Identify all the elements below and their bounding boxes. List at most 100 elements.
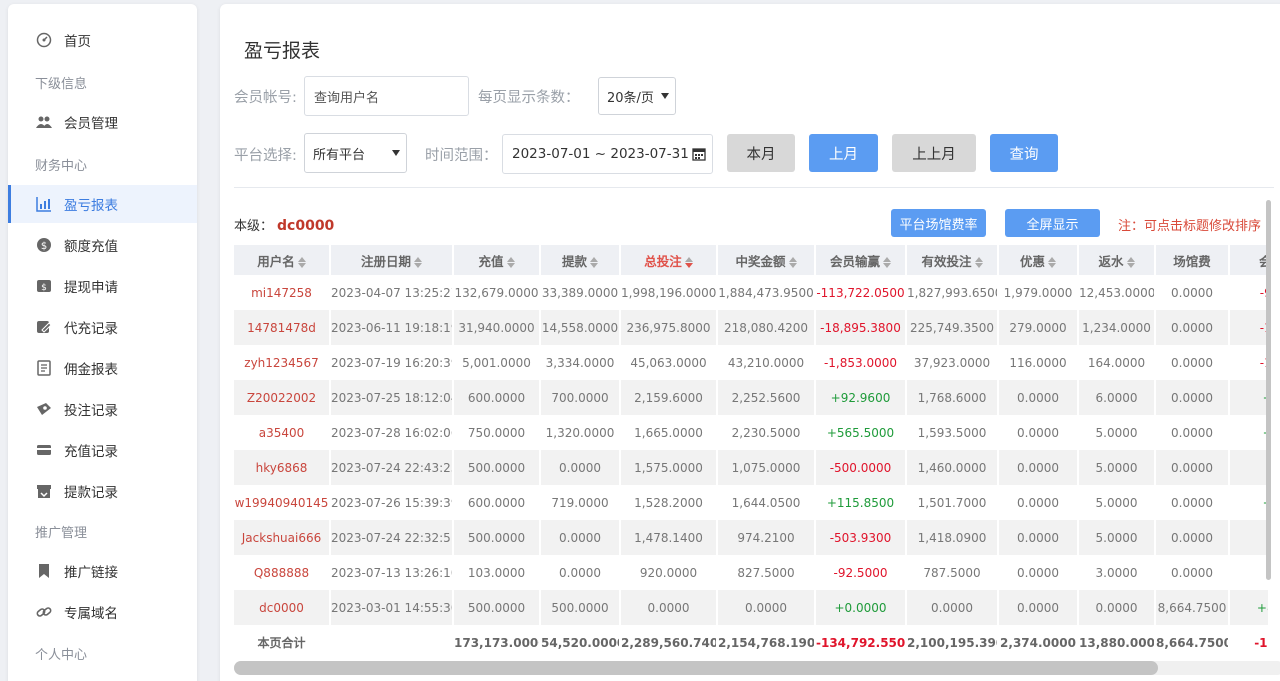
sort-note: 注：可点击标题修改排序 — [1118, 219, 1262, 234]
col-member-pnl[interactable]: 会员输赢 — [815, 245, 907, 275]
table-cell: 2,230.5000 — [717, 415, 816, 450]
table-cell: -92.5000 — [815, 555, 907, 590]
sidebar-item-deposit-records[interactable]: 充值记录 — [8, 431, 197, 469]
table-cell: 1,593.5000 — [906, 415, 999, 450]
table-cell: 0.0000 — [1155, 555, 1230, 590]
calendar-icon — [692, 147, 706, 165]
footer-cell: 2,289,560.7400 — [620, 625, 718, 660]
page-size-label: 每页显示条数： — [478, 90, 580, 106]
table-cell: -1,853.0000 — [815, 345, 907, 380]
sidebar-item-label: 专属域名 — [64, 606, 118, 622]
table-cell: 0.0000 — [906, 590, 999, 625]
sidebar-item-recharge[interactable]: $ 额度充值 — [8, 226, 197, 264]
username-cell[interactable]: hky6868 — [234, 450, 331, 485]
username-cell[interactable]: a35400 — [234, 415, 331, 450]
table-cell: -503.9300 — [815, 520, 907, 555]
table-cell: 974.2100 — [717, 520, 816, 555]
table-row: mi147258 2023-04-07 13:25:27 132,679.0000 3… — [234, 275, 1268, 310]
table-row: Z20022002 2023-07-25 18:12:04 600.0000 700.… — [234, 380, 1268, 415]
member-search-input[interactable]: 查询用户名 — [304, 76, 469, 116]
sidebar-item-commission[interactable]: 佣金报表 — [8, 349, 197, 387]
col-winnings[interactable]: 中奖金额 — [717, 245, 816, 275]
table-footer-row: 本页合计 173,173.0000 54,520.0000 2,289,560.740… — [234, 625, 1268, 660]
table-cell: 750.0000 — [453, 415, 541, 450]
platform-fee-button[interactable]: 平台场馆费率 — [891, 209, 986, 237]
table-cell: 0.0000 — [540, 555, 621, 590]
sidebar-item-label: 额度充值 — [64, 239, 118, 255]
table-cell: 43,210.0000 — [717, 345, 816, 380]
table-cell: 0.0000 — [1155, 485, 1230, 520]
prev-month-button[interactable]: 上上月 — [892, 134, 976, 172]
sidebar-item-proxy-recharge[interactable]: 代充记录 — [8, 308, 197, 346]
username-cell[interactable]: Jackshuai666 — [234, 520, 331, 555]
sidebar-item-label: 首页 — [64, 34, 91, 50]
date-range-value: 2023-07-01 ~ 2023-07-31 — [512, 146, 689, 162]
vertical-scrollbar[interactable] — [1266, 200, 1271, 580]
table-cell: 116.0000 — [998, 345, 1079, 380]
sidebar-item-label: 提现申请 — [64, 280, 118, 296]
table-cell: 103.0000 — [453, 555, 541, 590]
table-cell: 500.0000 — [540, 590, 621, 625]
report-table-wrapper: 用户名 注册日期 充值 提款 总投注 中奖金额 会员输赢 有效投注 优惠 返水 … — [234, 245, 1268, 661]
table-cell: 0.0000 — [1155, 520, 1230, 555]
col-username[interactable]: 用户名 — [234, 245, 331, 275]
sidebar-item-home[interactable]: 首页 — [8, 21, 197, 59]
col-withdraw[interactable]: 提款 — [540, 245, 621, 275]
col-total-bet[interactable]: 总投注 — [620, 245, 718, 275]
fullscreen-button[interactable]: 全屏显示 — [1005, 209, 1100, 237]
this-month-button[interactable]: 本月 — [727, 134, 795, 172]
table-cell: 0.0000 — [998, 415, 1079, 450]
username-cell[interactable]: 14781478d — [234, 310, 331, 345]
table-cell: 787.5000 — [906, 555, 999, 590]
platform-select[interactable]: 所有平台 — [304, 133, 407, 173]
page-size-select[interactable]: 20条/页 — [598, 77, 676, 115]
last-month-button[interactable]: 上月 — [809, 134, 878, 172]
sidebar-item-promo-links[interactable]: 推广链接 — [8, 552, 197, 590]
table-cell: 5,001.0000 — [453, 345, 541, 380]
table-cell: 3,334.0000 — [540, 345, 621, 380]
table-cell: 2023-04-07 13:25:27 — [330, 275, 454, 310]
col-bonus[interactable]: 优惠 — [998, 245, 1079, 275]
sidebar-item-withdraw[interactable]: $ 提现申请 — [8, 267, 197, 305]
horizontal-scrollbar[interactable] — [234, 661, 1280, 675]
table-cell: 31,940.0000 — [453, 310, 541, 345]
query-button[interactable]: 查询 — [990, 134, 1058, 172]
table-cell: 33,389.0000 — [540, 275, 621, 310]
sidebar-item-label: 会员管理 — [64, 116, 118, 132]
sidebar-item-members[interactable]: 会员管理 — [8, 103, 197, 141]
section-finance: 财务中心 — [35, 159, 88, 174]
col-register-date[interactable]: 注册日期 — [330, 245, 454, 275]
box-icon — [36, 483, 52, 499]
table-cell: 0.0000 — [998, 485, 1079, 520]
username-cell[interactable]: Q888888 — [234, 555, 331, 590]
sort-icon — [684, 256, 693, 268]
sidebar-item-bets[interactable]: 投注记录 — [8, 390, 197, 428]
scrollbar-thumb[interactable] — [234, 661, 1158, 675]
sidebar-item-profit-report[interactable]: 盈亏报表 — [8, 185, 197, 223]
date-range-input[interactable]: 2023-07-01 ~ 2023-07-31 — [502, 134, 713, 174]
table-cell: 0.0000 — [1155, 450, 1230, 485]
username-cell[interactable]: zyh1234567 — [234, 345, 331, 380]
table-cell: 1,979.0000 — [998, 275, 1079, 310]
table-cell: 0.0000 — [1155, 415, 1230, 450]
col-venue-fee[interactable]: 场馆费 — [1155, 245, 1230, 275]
sidebar-item-withdraw-records[interactable]: 提款记录 — [8, 472, 197, 510]
table-cell: 1,575.0000 — [620, 450, 718, 485]
section-subordinate: 下级信息 — [35, 77, 88, 92]
table-cell: 6.0000 — [1078, 380, 1156, 415]
dashboard-icon — [36, 32, 52, 48]
footer-cell — [330, 625, 454, 660]
card-icon — [36, 442, 52, 458]
col-rebate[interactable]: 返水 — [1078, 245, 1156, 275]
username-cell[interactable]: Z20022002 — [234, 380, 331, 415]
sidebar-item-domain[interactable]: 专属域名 — [8, 593, 197, 631]
col-valid-bet[interactable]: 有效投注 — [906, 245, 999, 275]
username-cell[interactable]: w19940940145 — [234, 485, 331, 520]
table-cell: 132,679.0000 — [453, 275, 541, 310]
table-cell: 1,528.2000 — [620, 485, 718, 520]
username-cell[interactable]: mi147258 — [234, 275, 331, 310]
username-cell[interactable]: dc0000 — [234, 590, 331, 625]
col-member-more[interactable]: 会员 — [1229, 245, 1268, 275]
col-deposit[interactable]: 充值 — [453, 245, 541, 275]
table-header-row: 用户名 注册日期 充值 提款 总投注 中奖金额 会员输赢 有效投注 优惠 返水 … — [234, 245, 1268, 275]
